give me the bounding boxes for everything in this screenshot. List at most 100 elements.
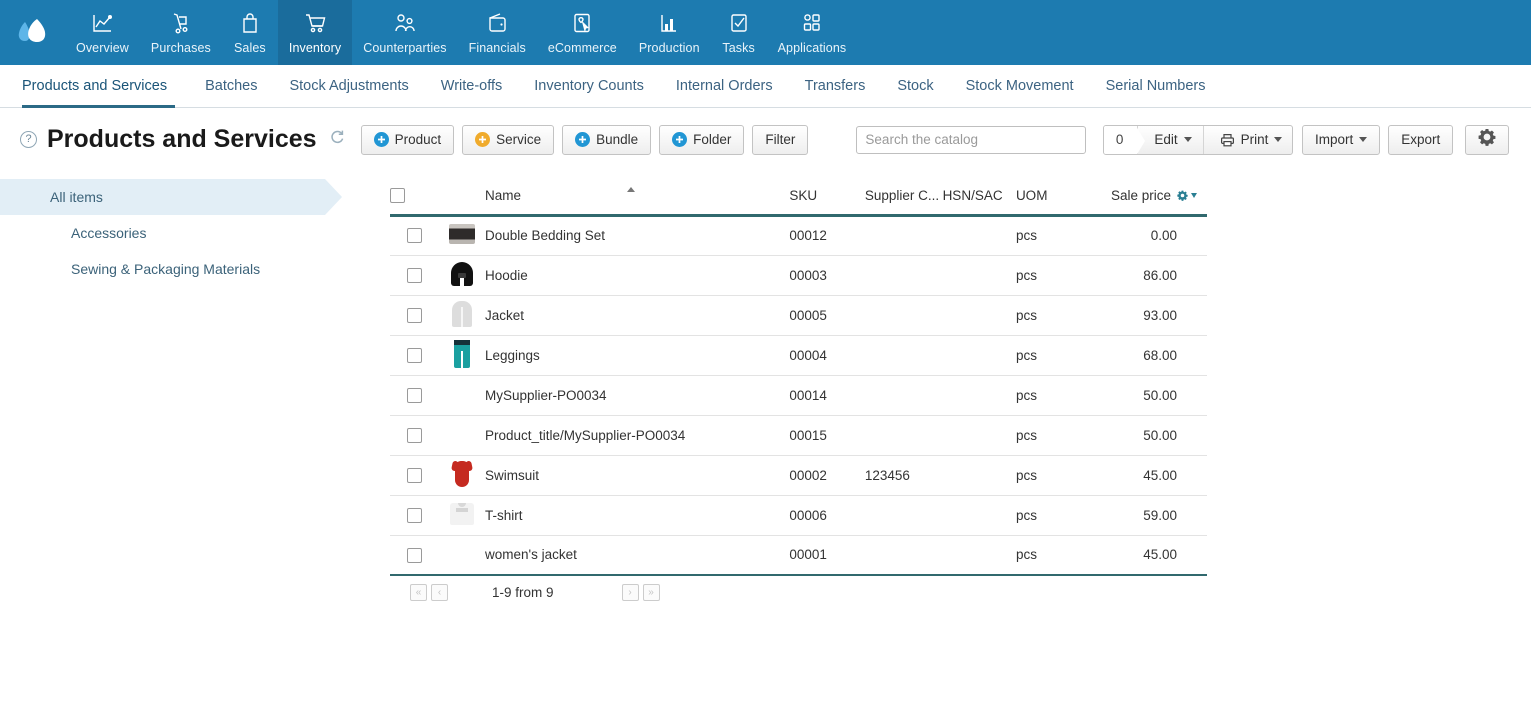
cell-name[interactable]: Jacket (484, 295, 790, 336)
cell-name[interactable]: Hoodie (484, 255, 790, 296)
refresh-icon[interactable] (329, 129, 345, 150)
settings-button[interactable] (1465, 124, 1509, 155)
nav-item-financials[interactable]: Financials (458, 0, 537, 65)
table-row[interactable]: Jacket 00005 pcs 93.00 (390, 295, 1207, 336)
product-thumbnail-tshirt (448, 498, 476, 530)
chevron-down-icon (1191, 192, 1197, 198)
add-service-button[interactable]: Service (462, 124, 555, 155)
edit-menu-button[interactable]: Edit (1137, 125, 1202, 154)
row-checkbox[interactable] (407, 347, 423, 363)
nav-item-ecommerce[interactable]: eCommerce (537, 0, 628, 65)
tab-batches[interactable]: Batches (189, 65, 273, 107)
nav-item-production[interactable]: Production (628, 0, 711, 65)
add-product-button[interactable]: Product (360, 124, 455, 155)
column-header-uom[interactable]: UOM (1015, 177, 1094, 217)
row-checkbox[interactable] (407, 427, 423, 443)
cell-supplier-code: 123456 (864, 455, 943, 496)
sidebar-item-accessories[interactable]: Accessories (0, 215, 390, 251)
tab-stock-adjustments[interactable]: Stock Adjustments (273, 65, 424, 107)
tab-internal-orders[interactable]: Internal Orders (660, 65, 789, 107)
table-row[interactable]: Swimsuit 00002 123456 pcs 45.00 (390, 455, 1207, 496)
cell-name[interactable]: Product_title/MySupplier-PO0034 (484, 415, 790, 456)
print-menu-button[interactable]: Print (1202, 125, 1292, 154)
tab-transfers[interactable]: Transfers (789, 65, 882, 107)
cell-supplier-code (864, 335, 943, 376)
table-row[interactable]: MySupplier-PO0034 00014 pcs 50.00 (390, 375, 1207, 416)
column-label-uom: UOM (1015, 187, 1048, 203)
column-header-sku[interactable]: SKU (789, 177, 865, 217)
cell-name[interactable]: MySupplier-PO0034 (484, 375, 790, 416)
table-row[interactable]: Double Bedding Set 00012 pcs 0.00 (390, 215, 1207, 256)
column-header-name[interactable]: Name (484, 177, 790, 217)
tab-serial-numbers[interactable]: Serial Numbers (1090, 65, 1222, 107)
filter-button[interactable]: Filter (752, 124, 809, 155)
sort-ascending-icon (626, 186, 635, 192)
table-row[interactable]: T-shirt 00006 pcs 59.00 (390, 495, 1207, 536)
shopping-cart-icon (304, 10, 327, 36)
sidebar-item-sewing-packaging-materials[interactable]: Sewing & Packaging Materials (0, 251, 390, 287)
column-label-name: Name (484, 187, 521, 203)
add-bundle-label: Bundle (596, 132, 639, 147)
cell-name[interactable]: Leggings (484, 335, 790, 376)
sidebar-item-label: Sewing & Packaging Materials (71, 261, 261, 277)
nav-label-counterparties: Counterparties (363, 41, 447, 55)
table-row[interactable]: Leggings 00004 pcs 68.00 (390, 335, 1207, 376)
cell-name[interactable]: Double Bedding Set (484, 215, 790, 256)
page-title: Products and Services (47, 125, 317, 153)
nav-item-sales[interactable]: Sales (222, 0, 278, 65)
shopping-bag-icon (239, 10, 261, 36)
row-checkbox[interactable] (407, 387, 423, 403)
tab-write-offs[interactable]: Write-offs (425, 65, 519, 107)
product-thumbnail-hoodie (448, 258, 476, 290)
tab-products-and-services[interactable]: Products and Services (22, 65, 189, 108)
search-input[interactable] (856, 125, 1086, 154)
nav-item-inventory[interactable]: Inventory (277, 0, 353, 65)
table-row[interactable]: Product_title/MySupplier-PO0034 00015 pc… (390, 415, 1207, 456)
cell-supplier-code (864, 495, 943, 536)
column-header-sale-price[interactable]: Sale price (1093, 177, 1207, 217)
add-bundle-button[interactable]: Bundle (562, 124, 652, 155)
column-header-hsn-sac[interactable]: HSN/SAC (942, 177, 1016, 217)
row-checkbox[interactable] (407, 507, 423, 523)
tab-label: Write-offs (440, 78, 503, 94)
nav-item-overview[interactable]: Overview (65, 0, 140, 65)
selection-count: 0 (1103, 125, 1145, 154)
cell-uom: pcs (1015, 415, 1094, 456)
tab-inventory-counts[interactable]: Inventory Counts (518, 65, 660, 107)
add-folder-button[interactable]: Folder (659, 124, 745, 155)
column-header-supplier-code[interactable]: Supplier C... (864, 177, 943, 217)
row-checkbox[interactable] (407, 307, 423, 323)
import-menu-button[interactable]: Import (1302, 124, 1381, 155)
row-thumbnail-cell (439, 255, 485, 296)
cell-name[interactable]: T-shirt (484, 495, 790, 536)
previous-page-button[interactable]: ‹ (431, 583, 448, 601)
cell-name[interactable]: women's jacket (484, 535, 790, 576)
next-page-button[interactable]: › (621, 583, 639, 601)
row-checkbox[interactable] (407, 228, 423, 244)
nav-item-applications[interactable]: Applications (767, 0, 858, 65)
sidebar-item-all-items[interactable]: All items (0, 179, 342, 215)
select-all-checkbox[interactable] (390, 188, 405, 204)
tab-stock[interactable]: Stock (881, 65, 949, 107)
products-table: Name SKU Supplier C... HSN/SAC UOM Sale … (390, 177, 1207, 576)
export-button[interactable]: Export (1388, 124, 1454, 155)
first-page-button[interactable]: « (410, 583, 427, 601)
tab-label: Serial Numbers (1105, 78, 1206, 94)
row-checkbox[interactable] (407, 547, 423, 563)
last-page-button[interactable]: » (642, 583, 660, 601)
nav-item-counterparties[interactable]: Counterparties (352, 0, 457, 65)
cell-name[interactable]: Swimsuit (484, 455, 790, 496)
nav-item-tasks[interactable]: Tasks (711, 0, 767, 65)
column-settings-gear-icon[interactable] (1177, 190, 1197, 201)
table-row[interactable]: women's jacket 00001 pcs 45.00 (390, 535, 1207, 576)
table-row[interactable]: Hoodie 00003 pcs 86.00 (390, 255, 1207, 296)
app-logo[interactable] (0, 0, 65, 65)
row-checkbox[interactable] (407, 467, 423, 483)
row-thumbnail-cell (439, 495, 485, 536)
tab-stock-movement[interactable]: Stock Movement (950, 65, 1090, 107)
help-icon[interactable]: ? (20, 131, 37, 148)
table-header: Name SKU Supplier C... HSN/SAC UOM Sale … (390, 177, 1207, 217)
row-checkbox[interactable] (407, 267, 423, 283)
page-toolbar: ? Products and Services Product Service … (0, 108, 1531, 171)
nav-item-purchases[interactable]: Purchases (140, 0, 222, 65)
